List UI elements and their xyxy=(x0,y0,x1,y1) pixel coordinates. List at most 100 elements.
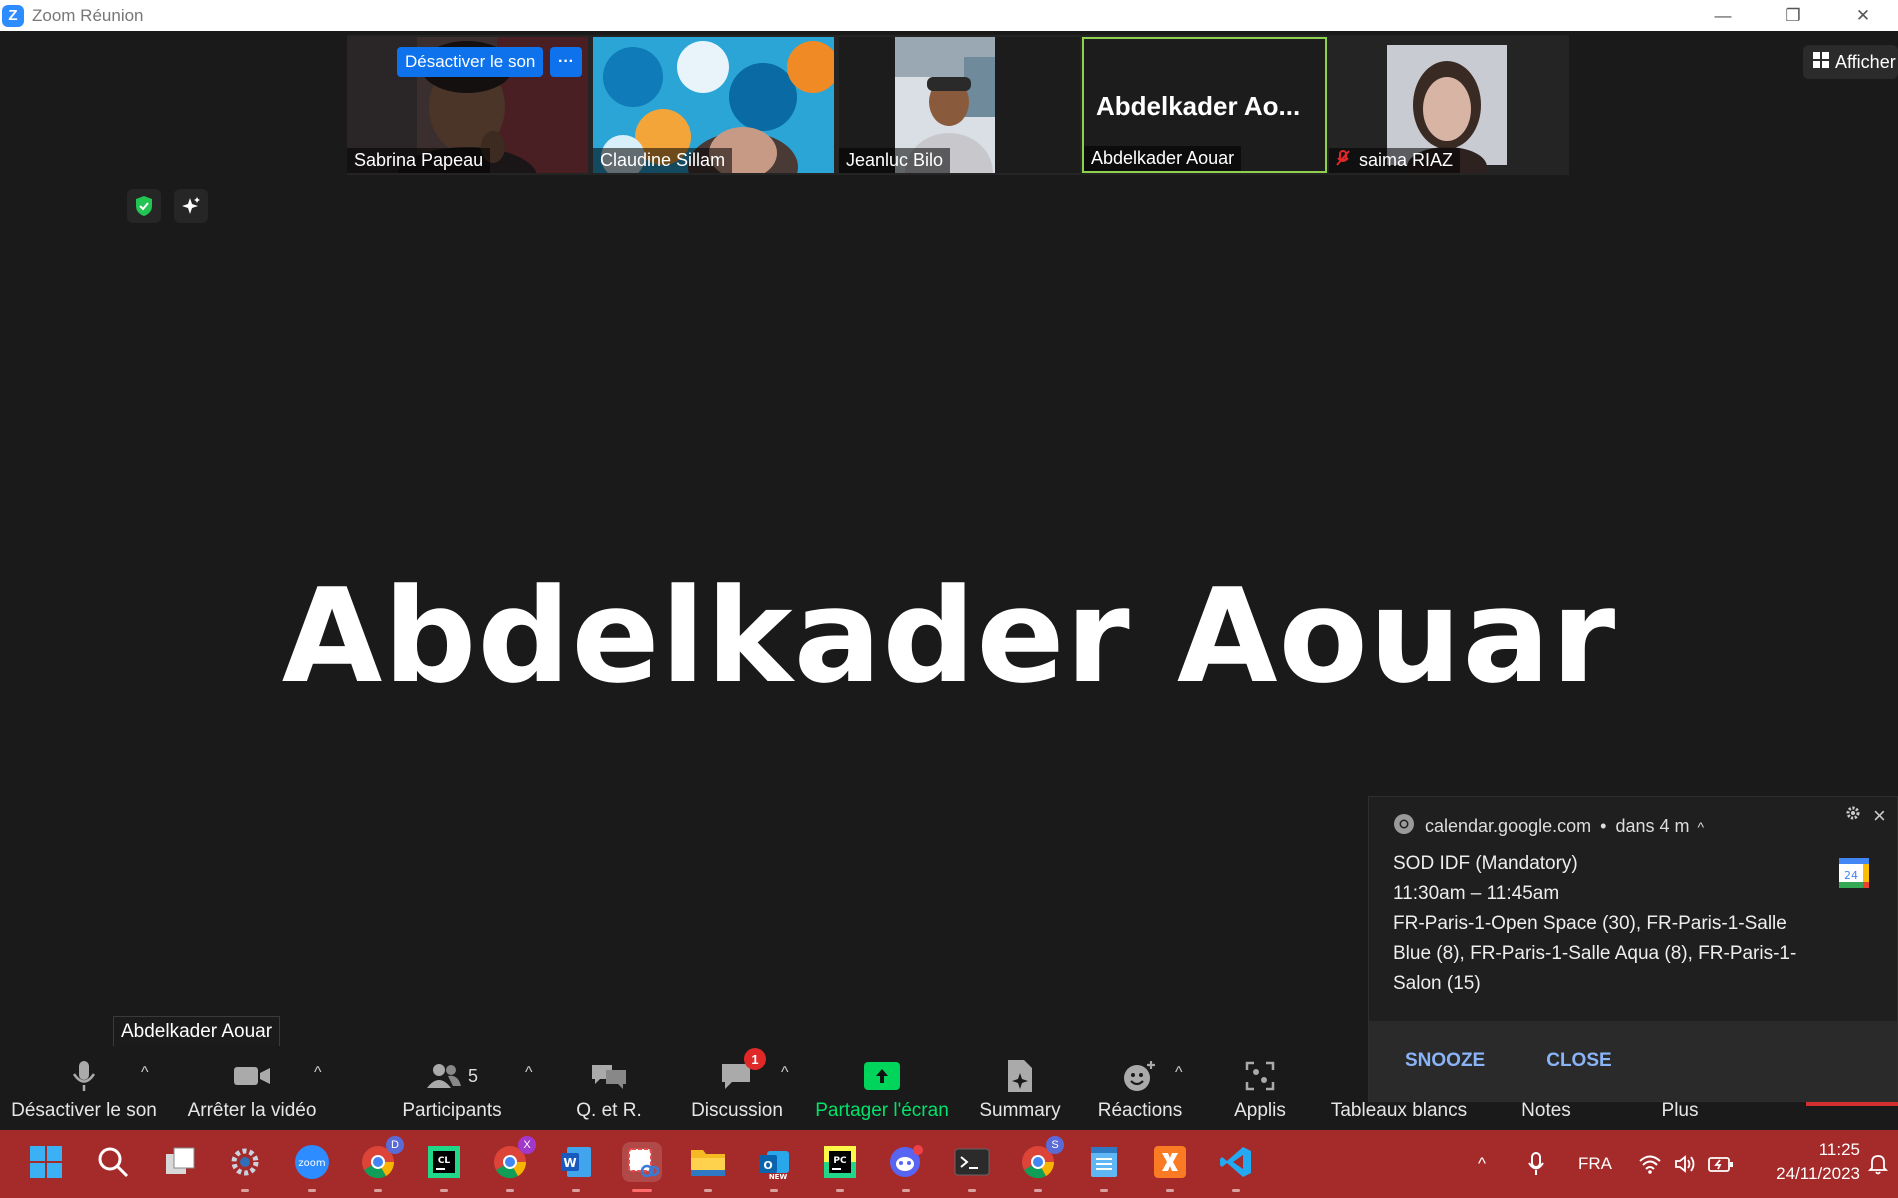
restore-button[interactable]: ❐ xyxy=(1758,0,1828,31)
xampp-icon[interactable] xyxy=(1150,1142,1190,1192)
svg-text:CL: CL xyxy=(438,1156,451,1166)
audio-options-chevron-icon[interactable]: ^ xyxy=(141,1064,149,1082)
mute-button[interactable]: Désactiver le son xyxy=(4,1046,164,1130)
minimize-button[interactable]: — xyxy=(1688,0,1758,31)
event-location: FR-Paris-1-Open Space (30), FR-Paris-1-S… xyxy=(1393,913,1797,994)
svg-text:NEW: NEW xyxy=(769,1173,788,1179)
participant-tile[interactable]: Jeanluc Bilo xyxy=(839,37,1080,173)
clock-date: 24/11/2023 xyxy=(1776,1164,1860,1183)
wifi-icon[interactable] xyxy=(1638,1130,1662,1198)
chat-button[interactable]: 1 Discussion xyxy=(683,1046,791,1130)
pycharm-icon[interactable]: PC xyxy=(820,1142,860,1192)
apps-label: Applis xyxy=(1234,1100,1286,1121)
collapse-chevron-icon[interactable]: ^ xyxy=(1697,819,1704,835)
profile-badge: X xyxy=(518,1136,536,1154)
chat-icon: 1 xyxy=(720,1048,766,1096)
share-screen-icon xyxy=(864,1056,900,1096)
notepad-icon[interactable] xyxy=(1084,1142,1124,1192)
svg-text:PC: PC xyxy=(833,1156,847,1166)
participant-tile-active-speaker[interactable]: Abdelkader Ao... Abdelkader Aouar xyxy=(1082,37,1327,173)
search-icon[interactable] xyxy=(93,1142,133,1182)
chat-label: Discussion xyxy=(691,1100,783,1121)
mute-label: Désactiver le son xyxy=(11,1100,157,1121)
view-button-label: Afficher xyxy=(1835,51,1896,72)
windows-start-icon[interactable] xyxy=(26,1142,66,1182)
video-label: Arrêter la vidéo xyxy=(187,1100,317,1121)
event-title: SOD IDF (Mandatory) xyxy=(1393,853,1578,874)
window-title: Zoom Réunion xyxy=(32,5,144,25)
svg-text:O: O xyxy=(763,1159,772,1172)
notification-actions: SNOOZE CLOSE xyxy=(1369,1021,1897,1101)
emoji-reactions-icon xyxy=(1123,1056,1157,1096)
stop-video-button[interactable]: Arrêter la vidéo xyxy=(178,1046,326,1130)
task-view-icon[interactable] xyxy=(160,1142,200,1182)
profile-badge: S xyxy=(1046,1136,1064,1154)
participants-options-chevron-icon[interactable]: ^ xyxy=(525,1064,533,1082)
close-icon[interactable]: × xyxy=(1873,803,1886,829)
more-label: Plus xyxy=(1661,1100,1699,1121)
notification-body: SOD IDF (Mandatory) 11:30am – 11:45am FR… xyxy=(1393,849,1823,999)
share-screen-button[interactable]: Partager l'écran xyxy=(810,1046,954,1130)
chrome-profile-x-icon[interactable]: X xyxy=(490,1136,536,1192)
volume-icon[interactable] xyxy=(1674,1130,1698,1198)
google-calendar-icon: 24 xyxy=(1838,857,1870,889)
summary-button[interactable]: Summary xyxy=(970,1046,1070,1130)
title-bar: Z Zoom Réunion — ❐ ✕ xyxy=(0,0,1898,31)
video-camera-icon xyxy=(233,1056,271,1096)
participant-strip: Désactiver le son ··· Sabrina Papeau Cla… xyxy=(347,35,1569,175)
snipping-tool-icon[interactable] xyxy=(622,1142,662,1192)
file-explorer-icon[interactable] xyxy=(688,1142,728,1192)
taskbar-clock[interactable]: 11:25 24/11/2023 xyxy=(1740,1138,1860,1186)
participant-name: Claudine Sillam xyxy=(593,148,733,173)
participant-name: Sabrina Papeau xyxy=(347,148,491,173)
close-window-button[interactable]: ✕ xyxy=(1828,0,1898,31)
summary-label: Summary xyxy=(979,1100,1061,1121)
apps-button[interactable]: Applis xyxy=(1220,1046,1300,1130)
discord-icon[interactable] xyxy=(886,1142,926,1192)
clion-icon[interactable]: CL xyxy=(424,1142,464,1192)
notifications-bell-icon[interactable] xyxy=(1868,1130,1888,1198)
view-button[interactable]: Afficher xyxy=(1803,45,1898,79)
microphone-tray-icon[interactable] xyxy=(1528,1130,1544,1198)
active-speaker-name: Abdelkader Aouar xyxy=(281,560,1617,712)
reactions-label: Réactions xyxy=(1097,1100,1183,1121)
close-button[interactable]: CLOSE xyxy=(1546,1050,1611,1072)
reactions-options-chevron-icon[interactable]: ^ xyxy=(1175,1064,1183,1082)
battery-charging-icon[interactable] xyxy=(1708,1130,1734,1198)
unmute-button[interactable]: Désactiver le son xyxy=(397,47,544,77)
participant-tile[interactable]: Claudine Sillam xyxy=(593,37,834,173)
terminal-icon[interactable] xyxy=(952,1142,992,1192)
chat-options-chevron-icon[interactable]: ^ xyxy=(781,1064,789,1082)
notification-header: calendar.google.com • dans 4 m ^ xyxy=(1393,813,1704,840)
more-options-button[interactable]: ··· xyxy=(550,47,582,77)
reactions-button[interactable]: Réactions xyxy=(1086,1046,1194,1130)
show-hidden-icons-chevron-icon[interactable]: ^ xyxy=(1478,1130,1486,1198)
ai-sparkle-icon[interactable] xyxy=(174,189,208,223)
input-language[interactable]: FRA xyxy=(1578,1130,1612,1198)
encryption-shield-icon[interactable] xyxy=(127,189,161,223)
calendar-notification: calendar.google.com • dans 4 m ^ × SOD I… xyxy=(1368,796,1898,1102)
gear-icon[interactable] xyxy=(1845,805,1861,826)
zoom-logo-icon: Z xyxy=(2,4,24,27)
participant-name-muted: saima RIAZ xyxy=(1329,148,1461,173)
participant-tile[interactable]: Désactiver le son ··· Sabrina Papeau xyxy=(347,37,588,173)
vscode-icon[interactable] xyxy=(1216,1142,1256,1192)
participants-button[interactable]: 5 Participants xyxy=(390,1046,514,1130)
zoom-app-icon[interactable]: zoom xyxy=(292,1142,332,1192)
notes-label: Notes xyxy=(1521,1100,1571,1121)
clock-time: 11:25 xyxy=(1818,1140,1860,1159)
video-options-chevron-icon[interactable]: ^ xyxy=(314,1064,322,1082)
qa-button[interactable]: Q. et R. xyxy=(564,1046,654,1130)
calendar-day: 24 xyxy=(1844,869,1858,882)
settings-gear-icon[interactable] xyxy=(225,1142,265,1192)
chrome-profile-s-icon[interactable]: S xyxy=(1018,1136,1064,1192)
participant-tile[interactable]: saima RIAZ xyxy=(1329,37,1569,173)
profile-badge: D xyxy=(386,1136,404,1154)
grid-icon xyxy=(1813,51,1829,73)
outlook-new-icon[interactable]: O NEW xyxy=(754,1142,794,1192)
participant-name: Jeanluc Bilo xyxy=(839,148,951,173)
snooze-button[interactable]: SNOOZE xyxy=(1405,1050,1485,1072)
chrome-profile-d-icon[interactable]: D xyxy=(358,1136,404,1192)
word-icon[interactable]: W xyxy=(556,1142,596,1192)
apps-icon xyxy=(1245,1056,1275,1096)
